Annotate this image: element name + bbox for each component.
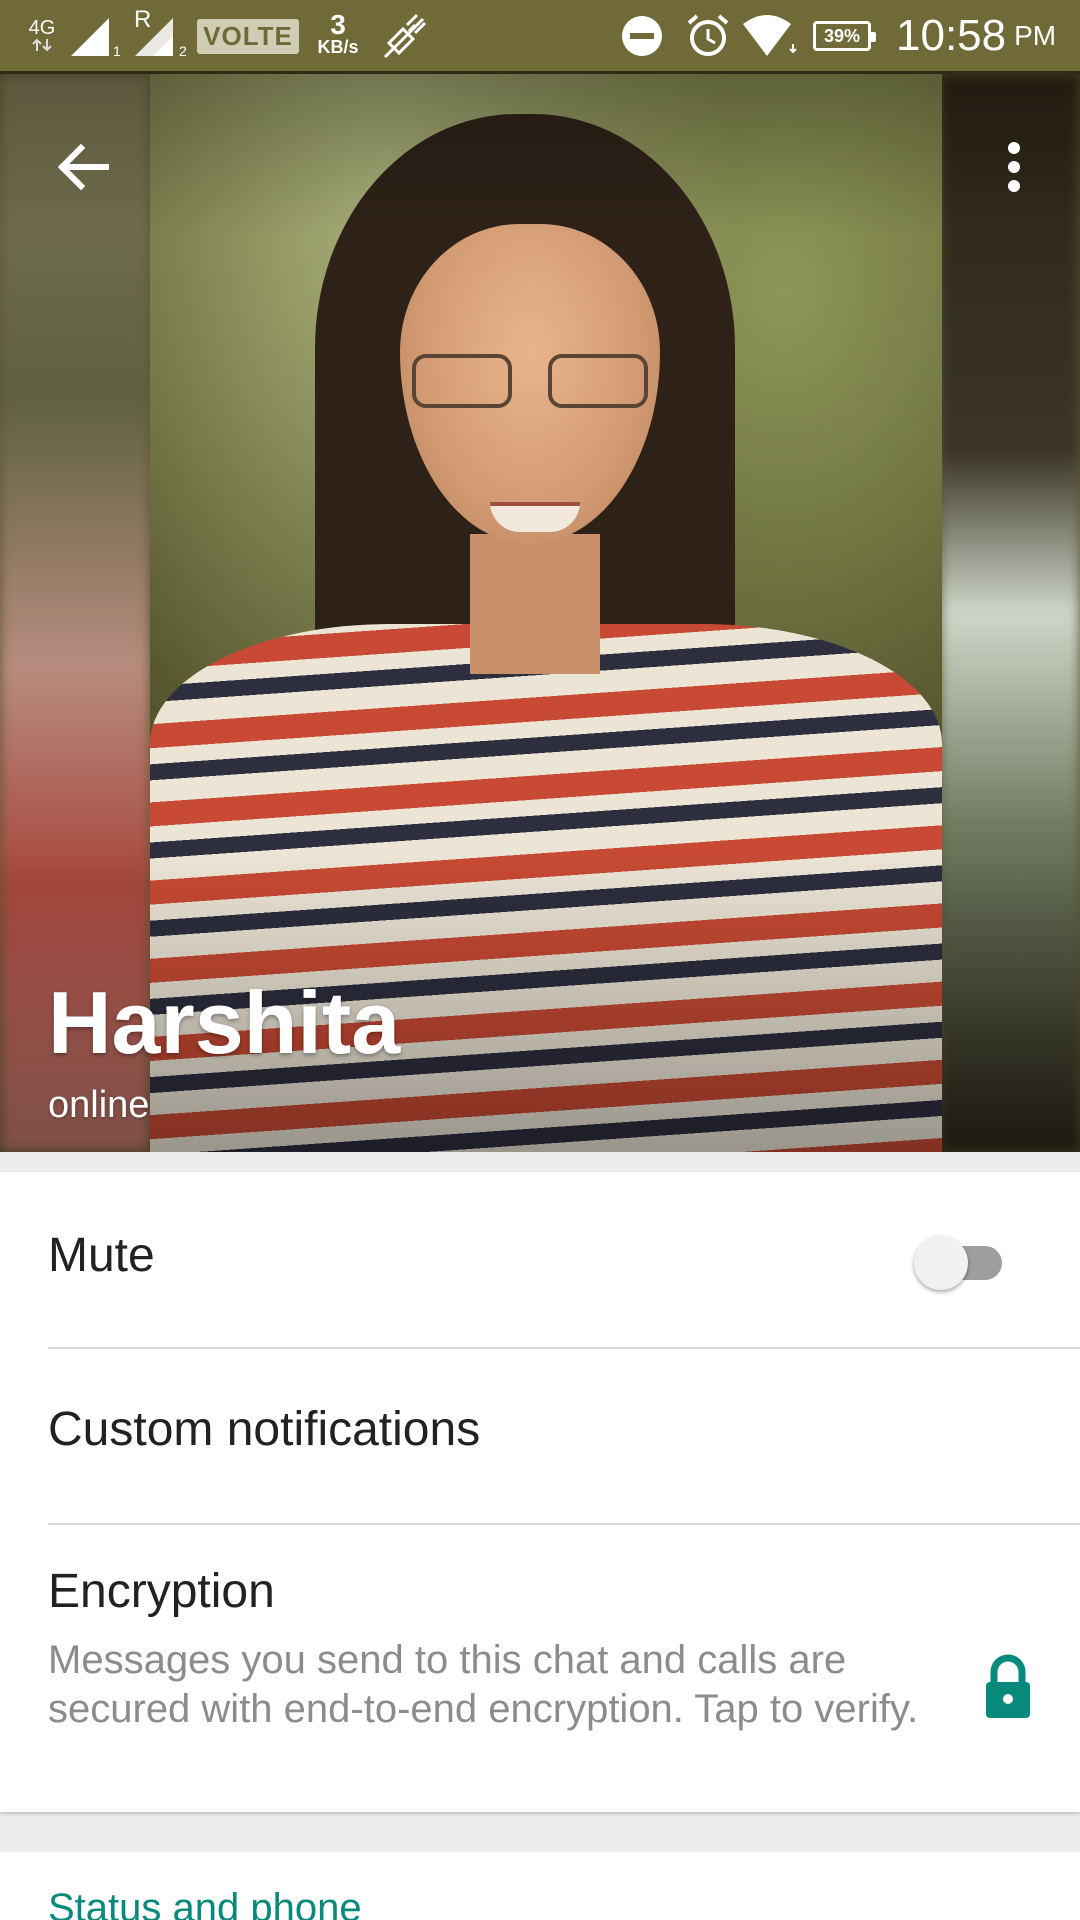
mute-toggle-thumb xyxy=(914,1236,968,1290)
photo-glasses xyxy=(412,354,648,412)
battery-level: 39% xyxy=(823,25,861,46)
contact-status: online xyxy=(48,1084,150,1126)
signal-sim2: R 2 xyxy=(130,0,196,72)
svg-text:2: 2 xyxy=(179,43,187,58)
speed-unit: KB/s xyxy=(317,37,359,57)
speed-value: 3 xyxy=(330,9,346,40)
encryption-description: Messages you send to this chat and calls… xyxy=(48,1638,919,1731)
roaming-label: R xyxy=(134,6,152,33)
encryption-row[interactable]: Encryption Messages you send to this cha… xyxy=(0,1524,1080,1812)
volte-badge: VOLTE xyxy=(197,0,299,72)
network-type-label: 4G xyxy=(28,17,56,39)
clock-time: 10:58 xyxy=(896,11,1007,60)
battery-status: 39% xyxy=(806,0,878,72)
data-arrows-icon xyxy=(32,38,52,52)
wifi-icon xyxy=(743,15,797,56)
section-header-status-phone: Status and phone xyxy=(48,1886,362,1920)
dnd-status xyxy=(614,0,670,72)
dnd-icon xyxy=(622,16,662,56)
more-options-button[interactable] xyxy=(974,124,1054,210)
volte-label: VOLTE xyxy=(197,18,299,54)
custom-notifications-row[interactable]: Custom notifications xyxy=(0,1348,1080,1523)
top-scrim xyxy=(0,74,1080,234)
svg-text:1: 1 xyxy=(113,43,121,58)
photo-lens-left xyxy=(412,354,512,408)
clock-ampm: PM xyxy=(1014,20,1057,51)
back-button[interactable] xyxy=(40,124,126,210)
mute-row[interactable]: Mute xyxy=(0,1172,1080,1347)
contact-name: Harshita xyxy=(48,973,401,1072)
network-speed: 3 KB/s xyxy=(306,0,370,72)
back-arrow-icon xyxy=(57,144,109,190)
wifi-status xyxy=(738,0,800,72)
chat-settings-card: Mute Custom notifications Encryption Mes… xyxy=(0,1172,1080,1812)
more-vert-icon xyxy=(1008,142,1020,192)
signal-sim1: 1 xyxy=(66,0,128,72)
encryption-label: Encryption xyxy=(48,1565,275,1618)
clock: 10:58 PM xyxy=(896,0,1076,72)
network-type: 4G xyxy=(22,0,62,72)
custom-notifications-label: Custom notifications xyxy=(48,1403,481,1456)
battery-icon: 39% xyxy=(813,21,876,51)
mute-label: Mute xyxy=(48,1229,155,1282)
alarm-status xyxy=(680,0,736,72)
satellite-status xyxy=(376,0,432,72)
status-phone-card: Status and phone xyxy=(0,1852,1080,1920)
photo-neck xyxy=(470,534,600,674)
satellite-icon xyxy=(383,13,427,59)
mute-toggle[interactable] xyxy=(914,1234,1010,1290)
status-bar: 4G 1 R 2 VOLTE 3 KB/s 39% 10:58 PM xyxy=(0,0,1080,74)
signal-sim1-icon: 1 xyxy=(71,18,121,58)
alarm-icon xyxy=(687,14,729,56)
lock-icon xyxy=(980,1654,1036,1724)
photo-lens-right xyxy=(548,354,648,408)
